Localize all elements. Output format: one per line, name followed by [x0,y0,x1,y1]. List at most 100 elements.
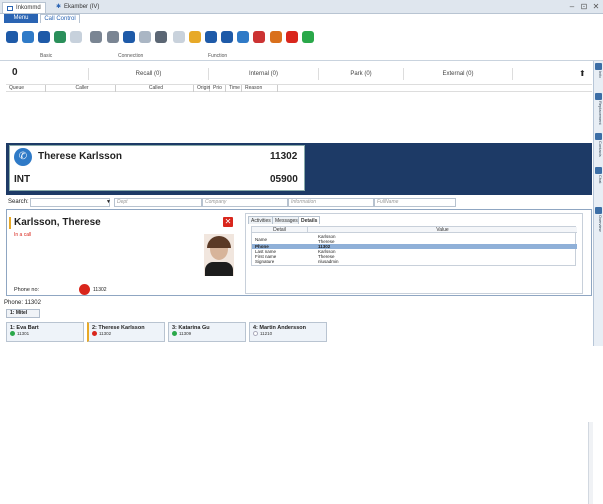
status-bar [9,217,11,229]
chat-icon[interactable] [595,167,602,174]
queue-list[interactable] [6,92,592,142]
chevron-down-icon[interactable]: ▼ [106,199,111,205]
hold-icon[interactable] [38,31,50,43]
redial-icon[interactable] [221,31,233,43]
window-tab-label: Inkommd [16,4,41,11]
info-icon[interactable] [595,63,602,70]
close-icon[interactable]: ✕ [223,217,233,227]
row-value: nlusadmin [318,259,339,264]
extension-martin-andersson[interactable]: 4: Martin Andersson 11210 [249,322,327,342]
window-tab-ekamber[interactable]: ✱ Ekamber (IV) [52,2,103,13]
tab-messages[interactable]: Messages [272,216,301,224]
ribbon-toolbar: Basic Connection Function [0,23,603,61]
phone-value[interactable]: 11302 [93,287,107,293]
side-tab-info[interactable]: Info [595,71,603,78]
phone-status: Phone: 11302 [4,300,41,306]
park-counter[interactable]: Park (0) [318,68,403,80]
title-bar: Inkommd ✱ Ekamber (IV) – ⊡ ✕ [0,0,603,14]
extension-number: 11210 [260,331,273,336]
extension-eva-bart[interactable]: 1: Eva Bart 11301 [6,322,84,342]
col-reason[interactable]: Reason [242,85,278,92]
alarm-icon[interactable] [286,31,298,43]
swap-icon[interactable] [155,31,167,43]
col-time[interactable]: Time [226,85,242,92]
call-card[interactable]: ✆ Therese Karlsson 11302 INT 05900 [9,145,305,191]
group-tab-mitel[interactable]: 1: Mitel [6,309,40,318]
replacement-icon[interactable] [595,93,602,100]
available-icon [172,331,177,336]
overview-icon[interactable] [595,207,602,214]
sort-arrow-icon[interactable]: ⬆ [579,69,586,78]
forward-icon[interactable] [173,31,185,43]
queue-stats: 0 Recall (0) Internal (0) Park (0) Exter… [6,66,592,82]
fullname-field[interactable]: FullName [374,198,456,207]
window-tab-label: Ekamber (IV) [64,4,100,10]
group-tab-label: 1: Mitel [10,310,28,316]
col-queue[interactable]: Queue [6,85,46,92]
split-icon[interactable] [139,31,151,43]
col-called[interactable]: Called [116,85,194,92]
dept-field[interactable]: Dept [114,198,202,207]
window-icon [7,5,13,11]
a-b-connect-icon[interactable] [107,31,119,43]
table-row[interactable]: Name Karlsson Therese [252,234,577,244]
tab-activities[interactable]: Activities [248,216,274,224]
active-call-panel: ✆ Therese Karlsson 11302 INT 05900 [6,143,592,195]
side-tab-replacement[interactable]: Replacement [595,101,603,125]
block-icon[interactable] [253,31,265,43]
avatar [204,234,234,276]
available-icon[interactable] [302,31,314,43]
search-label: Search: [8,199,29,205]
phone-ringing-icon: ✆ [14,148,32,166]
internal-counter[interactable]: Internal (0) [208,68,318,80]
answer-icon[interactable] [6,31,18,43]
star-icon: ✱ [56,4,62,10]
side-tab-chat[interactable]: Chat [595,175,603,183]
extension-therese-karlsson[interactable]: 2: Therese Karlsson 11302 [87,322,165,342]
row-key: Name [255,237,268,242]
call-type: INT [14,174,31,185]
row-key: Signature [255,259,275,264]
details-scrollbar[interactable] [588,422,593,504]
conference-icon[interactable] [123,31,135,43]
dial-icon[interactable] [205,31,217,43]
recall-counter[interactable]: Recall (0) [88,68,208,80]
park-icon[interactable] [54,31,66,43]
caller-number: 11302 [270,151,298,162]
information-field[interactable]: Information [288,198,374,207]
external-counter[interactable]: External (0) [403,68,513,80]
col-prio[interactable]: Prio [210,85,226,92]
hangup-icon[interactable] [70,31,82,43]
col-caller[interactable]: Caller [46,85,116,92]
search-bar: Search: ▼ Dept Company Information FullN… [6,196,592,208]
contact-status: In a call [14,232,32,238]
contact-detail-panel: Karlsson, Therese In a call ✕ Phone no: … [6,209,593,504]
side-tab-overview[interactable]: Overview [595,215,603,232]
phone-label: Phone no: [14,287,40,293]
available-icon [10,331,15,336]
window-tab-inkommd[interactable]: Inkommd [2,2,46,13]
minimize-button[interactable]: – [568,2,576,11]
tab-menu[interactable]: Menu [4,14,38,23]
details-table: Detail Value Name Karlsson Therese Phone… [251,226,577,266]
contacts-icon[interactable] [595,133,602,140]
extension-number: 11309 [179,331,192,336]
extension-katarina-gu[interactable]: 3: Katarina Gu 11309 [168,322,246,342]
search-input[interactable] [30,198,110,207]
tab-details[interactable]: Details [298,216,321,224]
col-origin[interactable]: Origin [194,85,210,92]
notify-icon[interactable] [189,31,201,43]
side-tab-contacts[interactable]: Contacts [595,141,603,157]
company-field[interactable]: Company [202,198,288,207]
close-button[interactable]: ✕ [592,2,600,11]
tab-call-control[interactable]: Call Control [40,14,80,23]
group-label-basic: Basic [40,53,53,59]
a-b-icon[interactable] [90,31,102,43]
voicemail-icon[interactable] [237,31,249,43]
col-value: Value [307,227,577,233]
restore-button[interactable]: ⊡ [580,2,588,11]
contact-name: Karlsson, Therese [14,217,101,228]
table-row[interactable]: Signature nlusadmin [252,259,577,264]
transfer-icon[interactable] [22,31,34,43]
record-icon[interactable] [270,31,282,43]
